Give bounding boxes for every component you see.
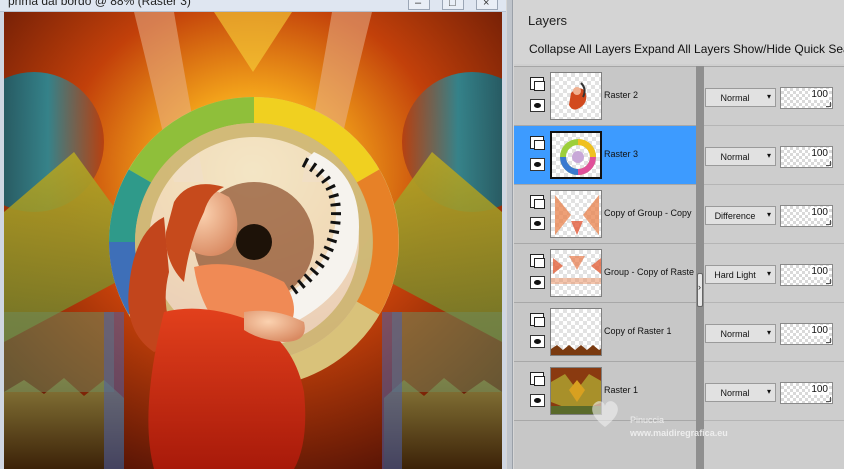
opacity-value: 100 <box>810 89 829 100</box>
opacity-field[interactable]: 100 <box>780 87 833 109</box>
blend-mode-dropdown[interactable]: Normal ▾ <box>705 383 776 402</box>
blend-mode-dropdown[interactable]: Normal ▾ <box>705 88 776 107</box>
opacity-value: 100 <box>810 325 829 336</box>
show-hide-quick-search-button[interactable]: Show/Hide Quick Sea <box>733 42 844 56</box>
panel-gap <box>507 0 513 469</box>
blend-mode-dropdown[interactable]: Normal ▾ <box>705 147 776 166</box>
collapse-all-layers-button[interactable]: Collapse All Layers <box>529 42 631 56</box>
layer-thumbnail <box>550 249 602 297</box>
layer-properties-row: Normal ▾ 100 <box>704 362 844 421</box>
layer-row-raster-1[interactable]: Raster 1 <box>514 362 696 421</box>
resize-grip-icon <box>826 338 831 343</box>
close-icon: × <box>483 0 490 9</box>
layer-properties-row: Difference ▾ 100 <box>704 185 844 244</box>
canvas-artwork <box>4 12 502 469</box>
link-layer-icon[interactable] <box>530 372 545 386</box>
opacity-value: 100 <box>810 207 829 218</box>
layer-name: Copy of Group - Copy o <box>604 208 694 218</box>
layer-properties-row: Hard Light ▾ 100 <box>704 244 844 303</box>
layer-name: Raster 3 <box>604 149 639 159</box>
layer-properties-row: Normal ▾ 100 <box>704 126 844 185</box>
minimize-button[interactable]: – <box>408 0 430 10</box>
opacity-value: 100 <box>810 148 829 159</box>
opacity-field[interactable]: 100 <box>780 382 833 404</box>
visibility-eye-icon[interactable] <box>530 99 545 112</box>
resize-grip-icon <box>826 397 831 402</box>
chevron-down-icon: ▾ <box>766 92 771 101</box>
opacity-field[interactable]: 100 <box>780 264 833 286</box>
opacity-field[interactable]: 100 <box>780 146 833 168</box>
chevron-down-icon: ▾ <box>766 328 771 337</box>
blend-mode-dropdown[interactable]: Difference ▾ <box>705 206 776 225</box>
layers-title: Layers <box>528 13 568 28</box>
layers-header: Layers <box>514 0 844 36</box>
image-canvas[interactable] <box>4 12 502 469</box>
document-title: prima dal bordo @ 88% (Raster 3) <box>8 0 191 8</box>
maximize-button[interactable]: □ <box>442 0 464 10</box>
opacity-field[interactable]: 100 <box>780 323 833 345</box>
document-window: prima dal bordo @ 88% (Raster 3) – □ × <box>0 0 506 469</box>
blend-mode-dropdown[interactable]: Hard Light ▾ <box>705 265 776 284</box>
chevron-down-icon: ▾ <box>766 151 771 160</box>
panel-splitter[interactable]: › <box>696 66 704 469</box>
layer-properties-row: Normal ▾ 100 <box>704 67 844 126</box>
blend-mode-value: Normal <box>720 93 750 103</box>
link-layer-icon[interactable] <box>530 195 545 209</box>
visibility-eye-icon[interactable] <box>530 335 545 348</box>
visibility-eye-icon[interactable] <box>530 217 545 230</box>
layer-thumbnail <box>550 308 602 356</box>
blend-mode-value: Normal <box>720 152 750 162</box>
layer-row-copy-of-group[interactable]: Copy of Group - Copy o <box>514 185 696 244</box>
layers-panel: Layers Collapse All Layers Expand All La… <box>514 0 844 469</box>
resize-grip-icon <box>826 161 831 166</box>
resize-grip-icon <box>826 102 831 107</box>
layer-row-copy-of-raster-1[interactable]: Copy of Raster 1 <box>514 303 696 362</box>
resize-grip-icon <box>826 279 831 284</box>
resize-grip-icon <box>826 220 831 225</box>
layers-list: Raster 2 Raster 3 Copy of Group - Copy o… <box>514 66 696 469</box>
visibility-eye-icon[interactable] <box>530 158 545 171</box>
layer-thumbnail <box>550 72 602 120</box>
chevron-right-icon: › <box>698 282 701 292</box>
minimize-icon: – <box>415 0 422 9</box>
layer-name: Group - Copy of Raster <box>604 267 694 277</box>
visibility-eye-icon[interactable] <box>530 276 545 289</box>
opacity-value: 100 <box>810 266 829 277</box>
opacity-value: 100 <box>810 384 829 395</box>
layer-row-group-copy-of-raster[interactable]: Group - Copy of Raster <box>514 244 696 303</box>
opacity-field[interactable]: 100 <box>780 205 833 227</box>
close-button[interactable]: × <box>476 0 498 10</box>
layer-row-raster-3[interactable]: Raster 3 <box>514 126 696 185</box>
blend-mode-value: Normal <box>720 388 750 398</box>
blend-mode-dropdown[interactable]: Normal ▾ <box>705 324 776 343</box>
maximize-icon: □ <box>449 0 456 9</box>
layers-toolbar: Collapse All Layers Expand All Layers Sh… <box>514 36 844 64</box>
blend-mode-value: Difference <box>714 211 756 221</box>
layer-properties-row: Normal ▾ 100 <box>704 303 844 362</box>
layer-row-raster-2[interactable]: Raster 2 <box>514 67 696 126</box>
blend-mode-value: Normal <box>720 329 750 339</box>
link-layer-icon[interactable] <box>530 254 545 268</box>
link-layer-icon[interactable] <box>530 77 545 91</box>
layer-properties-column: Normal ▾ 100 Normal ▾ 100 Difference ▾ 1… <box>704 66 844 469</box>
expand-all-layers-button[interactable]: Expand All Layers <box>634 42 730 56</box>
blend-mode-value: Hard Light <box>714 270 756 280</box>
layer-thumbnail <box>550 367 602 415</box>
splitter-handle[interactable]: › <box>697 273 703 307</box>
visibility-eye-icon[interactable] <box>530 394 545 407</box>
document-titlebar[interactable]: prima dal bordo @ 88% (Raster 3) – □ × <box>0 0 506 12</box>
link-layer-icon[interactable] <box>530 313 545 327</box>
layer-name: Raster 1 <box>604 385 639 395</box>
layer-name: Raster 2 <box>604 90 639 100</box>
chevron-down-icon: ▾ <box>766 269 771 278</box>
chevron-down-icon: ▾ <box>766 387 771 396</box>
layer-thumbnail <box>550 190 602 238</box>
layer-name: Copy of Raster 1 <box>604 326 672 336</box>
link-layer-icon[interactable] <box>530 136 545 150</box>
chevron-down-icon: ▾ <box>766 210 771 219</box>
layer-thumbnail <box>550 131 602 179</box>
